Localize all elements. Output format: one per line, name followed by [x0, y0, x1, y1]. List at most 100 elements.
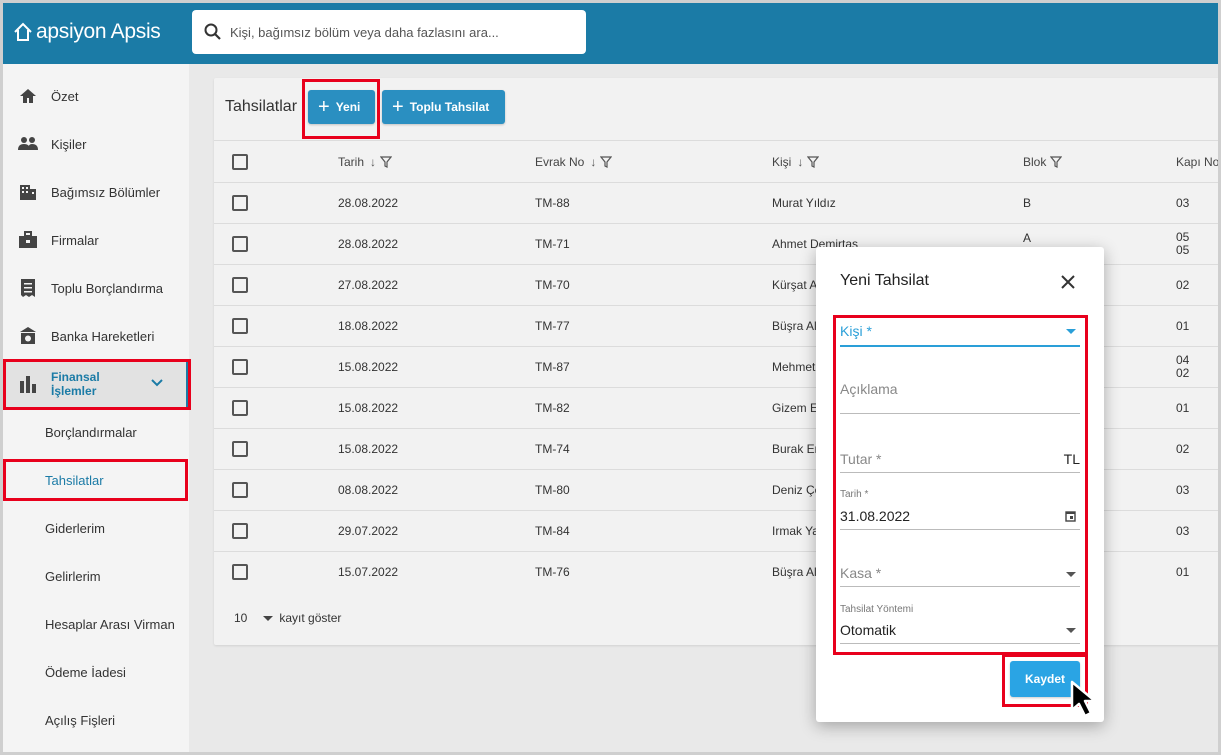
cell-evrak-no: TM-82 [535, 401, 570, 415]
tarih-field[interactable]: Tarih * 31.08.2022 [840, 489, 1080, 530]
sort-down-icon[interactable]: ↓ [370, 155, 376, 169]
page-size-label: kayıt göster [279, 611, 342, 625]
sidebar-subitem-acilis-fisleri[interactable]: Açılış Fişleri [3, 696, 189, 744]
row-checkbox[interactable] [232, 470, 248, 510]
sidebar-subitem-gelirlerim[interactable]: Gelirlerim [3, 552, 189, 600]
row-checkbox[interactable] [232, 224, 248, 264]
people-icon [17, 133, 39, 155]
sort-down-icon[interactable]: ↓ [797, 155, 803, 169]
kasa-select[interactable]: Kasa * [840, 561, 1080, 587]
row-checkbox[interactable] [232, 183, 248, 223]
dropdown-arrow-icon [1066, 628, 1076, 633]
filter-icon[interactable] [380, 155, 393, 168]
sidebar-item-bagimsiz-bolumler[interactable]: Bağımsız Bölümler [3, 168, 189, 216]
cell-blok: B [1023, 196, 1032, 210]
aciklama-label: Açıklama [840, 381, 898, 397]
column-header-evrak-no[interactable]: Evrak No ↓ [535, 141, 613, 182]
cell-kisi: Kürşat A [772, 278, 818, 292]
filter-icon[interactable] [1050, 155, 1063, 168]
search-box[interactable] [192, 10, 586, 54]
checkbox-box [232, 195, 248, 211]
cell-kisi: Mehmet [772, 360, 816, 374]
select-all-checkbox[interactable] [232, 141, 248, 182]
cell-tarih: 15.08.2022 [338, 442, 399, 456]
cell-blok-value: A [1023, 231, 1032, 245]
cell-kapi-no: 03 [1176, 483, 1190, 497]
table-row[interactable]: 28.08.2022 TM-88 Murat Yıldız B 03 [214, 182, 1221, 223]
tahsilat-yontemi-value: Otomatik [840, 622, 897, 638]
row-checkbox[interactable] [232, 552, 248, 592]
app-logo[interactable]: apsiyon Apsis [12, 20, 161, 44]
column-header-kapi-no[interactable]: Kapı No [1176, 141, 1219, 182]
cell-kisi: Murat Yıldız [772, 196, 836, 210]
cell-tarih: 29.07.2022 [338, 524, 399, 538]
bulk-collection-button[interactable]: + Toplu Tahsilat [382, 90, 505, 124]
cell-evrak-no: TM-71 [535, 237, 570, 251]
cell-evrak-no: TM-70 [535, 278, 570, 292]
tahsilat-yontemi-select[interactable]: Tahsilat Yöntemi Otomatik [840, 604, 1080, 644]
row-checkbox[interactable] [232, 265, 248, 305]
tarih-value: 31.08.2022 [840, 508, 911, 524]
table-header-row: Tarih ↓ Evrak No ↓ Kişi ↓ Blok Kapı No [214, 140, 1221, 182]
column-label: Tarih [338, 154, 365, 169]
calendar-icon[interactable] [1065, 510, 1076, 525]
cell-kapi-no: 03 [1176, 524, 1190, 538]
sidebar-subitem-hesaplar-arasi-virman[interactable]: Hesaplar Arası Virman [3, 600, 189, 648]
cell-evrak-no: TM-84 [535, 524, 570, 538]
column-label: Kapı No [1176, 154, 1220, 169]
sidebar-item-finansal-islemler[interactable]: Finansal İşlemler [3, 360, 189, 408]
kisi-select[interactable]: Kişi * [840, 319, 1080, 347]
row-checkbox[interactable] [232, 347, 248, 387]
plus-icon: + [392, 96, 404, 118]
sidebar-subitem-giderlerim[interactable]: Giderlerim [3, 504, 189, 552]
top-bar: apsiyon Apsis [0, 0, 1221, 64]
sidebar-item-label: Bağımsız Bölümler [51, 184, 161, 200]
pagination-footer: 10 kayıt göster [234, 611, 341, 625]
checkbox-box [232, 359, 248, 375]
checkbox-box [232, 523, 248, 539]
column-header-tarih[interactable]: Tarih ↓ [338, 141, 393, 182]
column-header-kisi[interactable]: Kişi ↓ [772, 141, 820, 182]
tutar-field[interactable]: Tutar * TL [840, 447, 1080, 473]
sidebar-item-label: Firmalar [51, 232, 99, 248]
sidebar-subitem-tahsilatlar[interactable]: Tahsilatlar [3, 456, 189, 504]
kisi-label: Kişi * [840, 323, 872, 339]
sidebar-item-firmalar[interactable]: Firmalar [3, 216, 189, 264]
sidebar-label-line2: İşlemler [51, 384, 97, 398]
caret-down-icon [263, 615, 274, 621]
aciklama-field[interactable]: Açıklama [840, 377, 1080, 414]
sort-down-icon[interactable]: ↓ [590, 155, 596, 169]
cell-tarih: 15.08.2022 [338, 360, 399, 374]
cell-tarih: 28.08.2022 [338, 196, 399, 210]
row-checkbox[interactable] [232, 388, 248, 428]
close-icon[interactable] [1060, 274, 1076, 290]
page-size-select[interactable]: 10 [234, 611, 279, 625]
kasa-label: Kasa * [840, 565, 882, 581]
sidebar-item-label: Banka Hareketleri [51, 328, 155, 344]
tahsilat-yontemi-label: Tahsilat Yöntemi [840, 604, 914, 615]
cell-kisi: Büşra Al [772, 319, 817, 333]
column-header-blok[interactable]: Blok [1023, 141, 1063, 182]
cell-tarih: 18.08.2022 [338, 319, 399, 333]
sidebar-item-ozet[interactable]: Özet [3, 72, 189, 120]
search-input[interactable] [230, 24, 570, 40]
cell-kapi-value: 05 [1176, 243, 1190, 257]
dropdown-arrow-icon [1066, 572, 1076, 577]
cell-kisi: Gizem E [772, 401, 819, 415]
bar-chart-icon [17, 373, 39, 395]
home-outline-icon [14, 22, 32, 41]
row-checkbox[interactable] [232, 511, 248, 551]
filter-icon[interactable] [600, 155, 613, 168]
sidebar-subitem-borclandirmalar[interactable]: Borçlandırmalar [3, 408, 189, 456]
sidebar-item-kisiler[interactable]: Kişiler [3, 120, 189, 168]
sidebar-subitem-odeme-iadesi[interactable]: Ödeme İadesi [3, 648, 189, 696]
cell-tarih: 27.08.2022 [338, 278, 399, 292]
filter-icon[interactable] [807, 155, 820, 168]
cell-kapi-no: 05 05 [1176, 224, 1189, 264]
sidebar-item-banka-hareketleri[interactable]: Banka Hareketleri [3, 312, 189, 360]
row-checkbox[interactable] [232, 306, 248, 346]
row-checkbox[interactable] [232, 429, 248, 469]
column-label: Evrak No [535, 154, 585, 169]
sidebar-item-toplu-borclandirma[interactable]: Toplu Borçlandırma [3, 264, 189, 312]
new-button[interactable]: + Yeni [308, 90, 375, 124]
